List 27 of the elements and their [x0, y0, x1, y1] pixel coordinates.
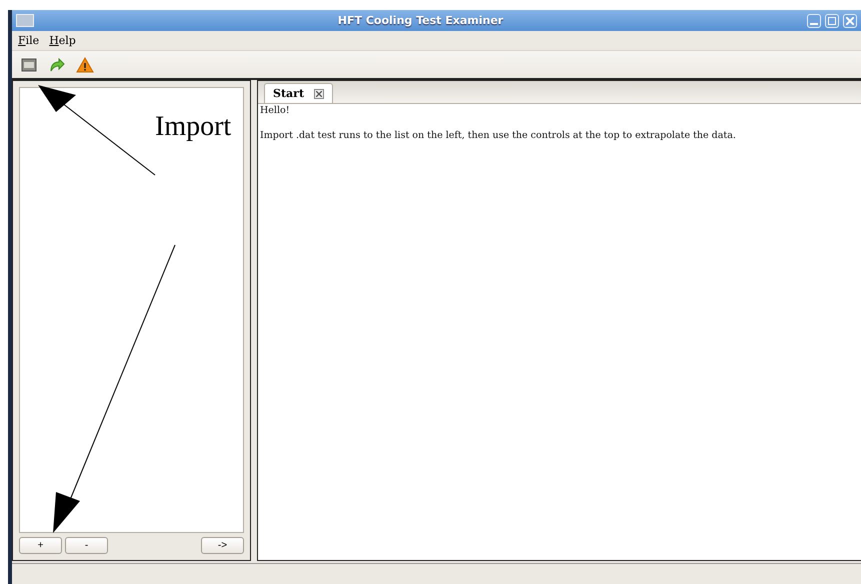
minimize-button[interactable] [807, 14, 821, 28]
tab[interactable]: Start [264, 83, 334, 103]
menu-item[interactable]: File [18, 34, 40, 47]
test-run-list[interactable] [19, 87, 244, 533]
window-title: HFT Cooling Test Examiner [336, 14, 504, 27]
close-button[interactable] [843, 14, 857, 28]
maximize-button[interactable] [825, 14, 839, 28]
tab-label[interactable]: Start [273, 87, 304, 100]
menu-item[interactable]: Help [49, 34, 76, 47]
toolbar-button[interactable] [76, 56, 94, 74]
minimize-icon [810, 22, 818, 24]
toolbar-button[interactable] [20, 56, 38, 74]
annotation-label: Import [155, 113, 232, 141]
list-button[interactable]: -> [201, 537, 244, 554]
close-tab-button[interactable] [314, 88, 324, 98]
close-icon [316, 90, 322, 96]
window-icon [16, 14, 34, 27]
close-icon [846, 16, 854, 24]
list-button[interactable]: + [19, 537, 62, 554]
warning-icon [76, 56, 94, 72]
list-button[interactable]: - [65, 537, 108, 554]
curved-arrow-icon [49, 58, 65, 72]
greeting-text: Hello! [260, 105, 291, 116]
folder-icon [21, 58, 37, 72]
toolbar-button[interactable] [48, 56, 66, 74]
maximize-icon [828, 16, 836, 24]
instruction-text: Import .dat test runs to the list on the left, then use the controls at the top to extrapolate the data. [260, 130, 737, 141]
